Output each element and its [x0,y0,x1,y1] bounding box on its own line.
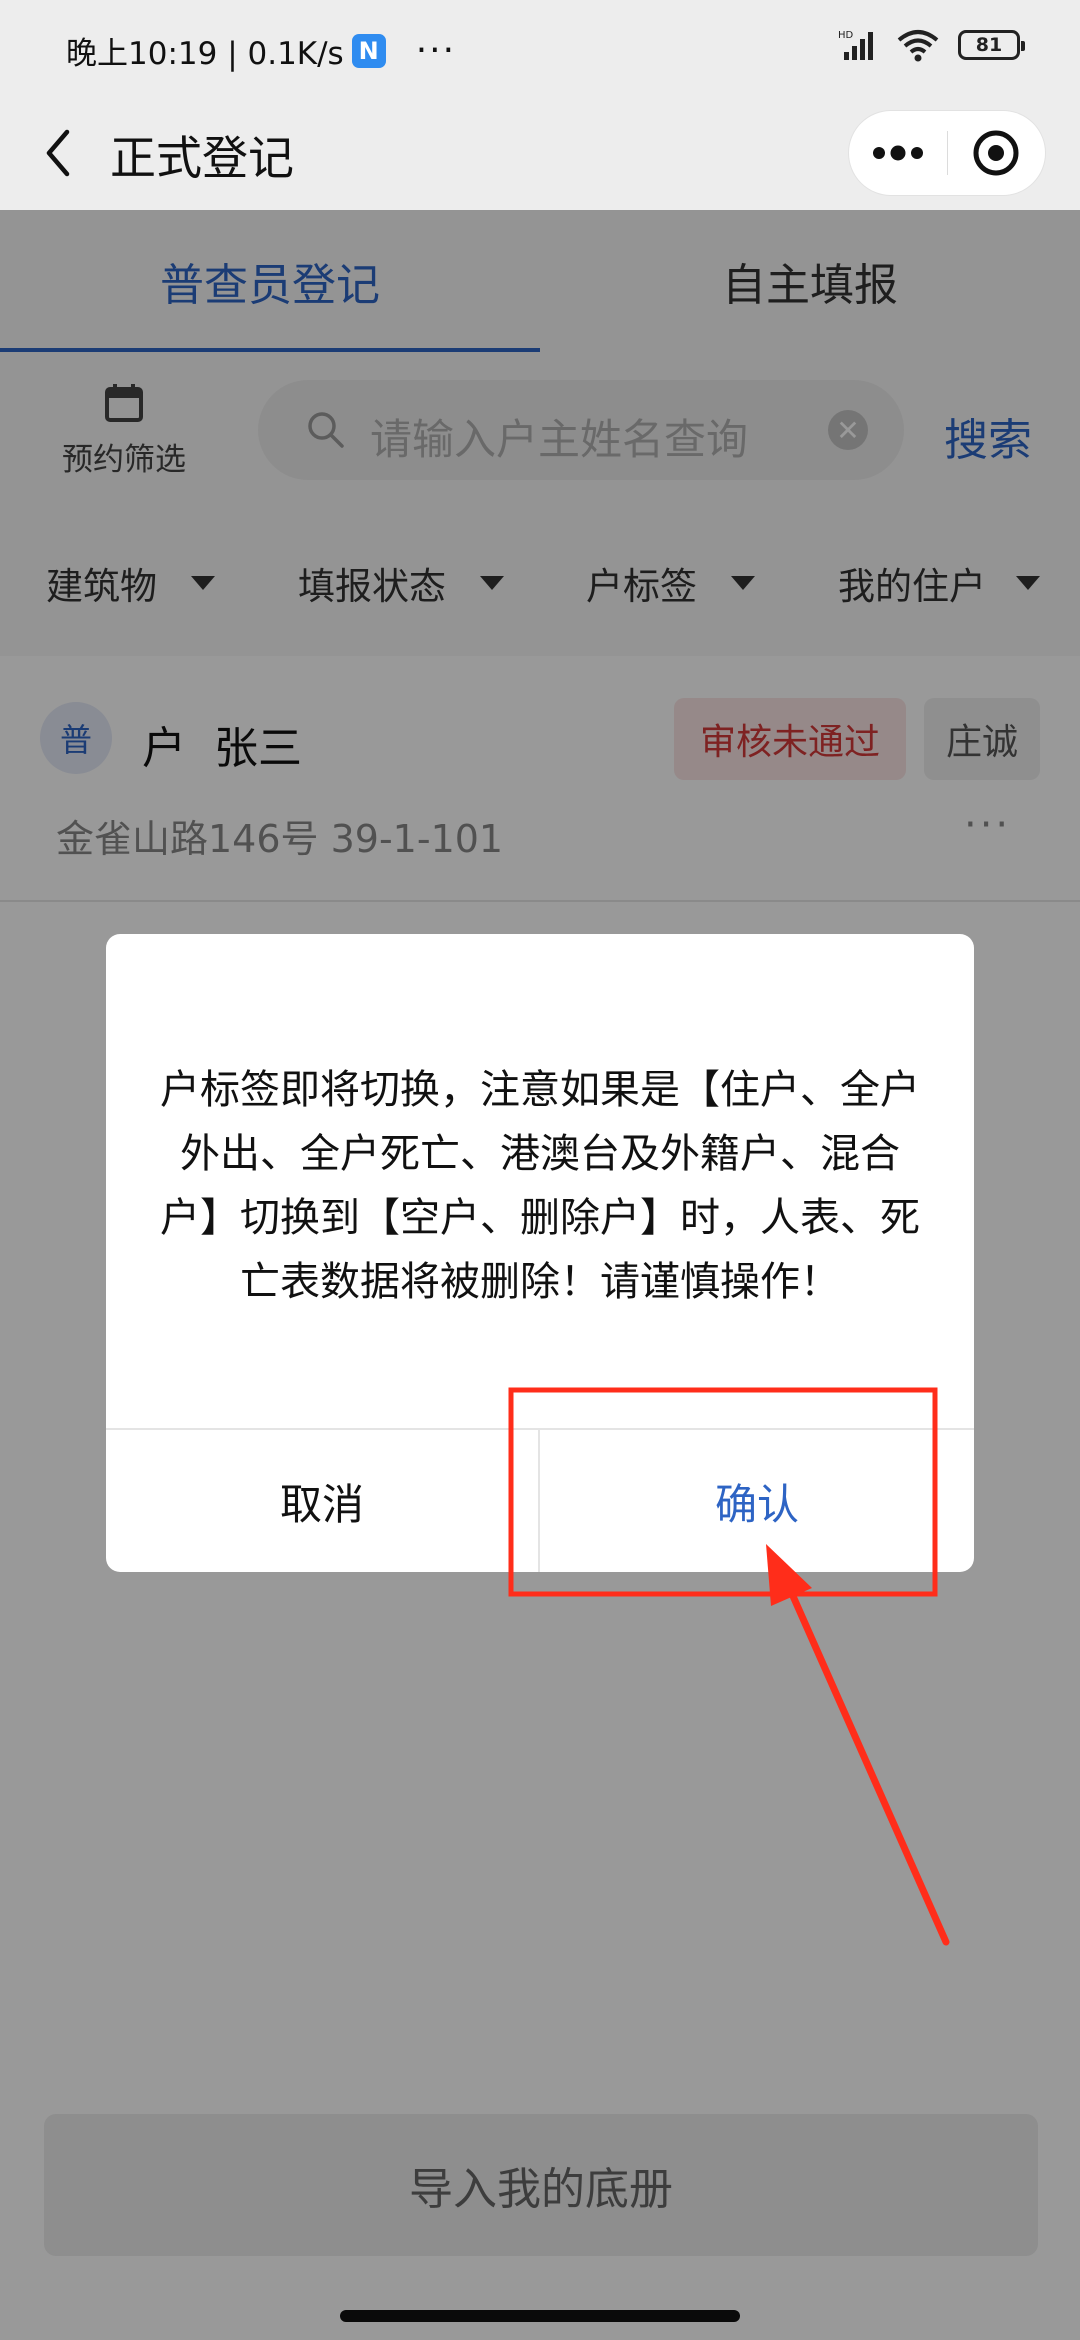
miniprogram-capsule [848,110,1046,196]
svg-text:HD: HD [838,30,854,41]
app-notification-icon: N [351,33,386,68]
cancel-button[interactable]: 取消 [106,1430,540,1572]
back-button[interactable] [28,118,88,188]
wifi-icon [897,30,939,62]
close-miniprogram-button[interactable] [948,110,1046,196]
confirm-dialog: 户标签即将切换，注意如果是【住户、全户外出、全户死亡、港澳台及外籍户、混合户】切… [106,934,974,1572]
status-left: 晚上10:19 | 0.1K/s N ··· [66,28,456,73]
nav-bar: 正式登记 [0,96,1080,210]
more-dots-icon [872,145,923,161]
page-title: 正式登记 [110,131,294,185]
chevron-left-icon [46,129,70,177]
status-right: HD 81 [838,28,1025,62]
battery-level: 81 [975,34,1003,56]
status-more-icon: ··· [415,29,457,71]
target-close-icon [973,130,1019,176]
more-menu-button[interactable] [849,110,947,196]
dialog-actions: 取消 确认 [106,1428,974,1572]
signal-icon: HD [838,30,873,60]
status-time-speed: 晚上10:19 | 0.1K/s [66,36,344,72]
dialog-message: 户标签即将切换，注意如果是【住户、全户外出、全户死亡、港澳台及外籍户、混合户】切… [160,1067,920,1305]
confirm-button[interactable]: 确认 [540,1430,974,1572]
status-bar: 晚上10:19 | 0.1K/s N ··· HD 81 [0,0,1080,96]
battery-icon: 81 [958,30,1025,60]
